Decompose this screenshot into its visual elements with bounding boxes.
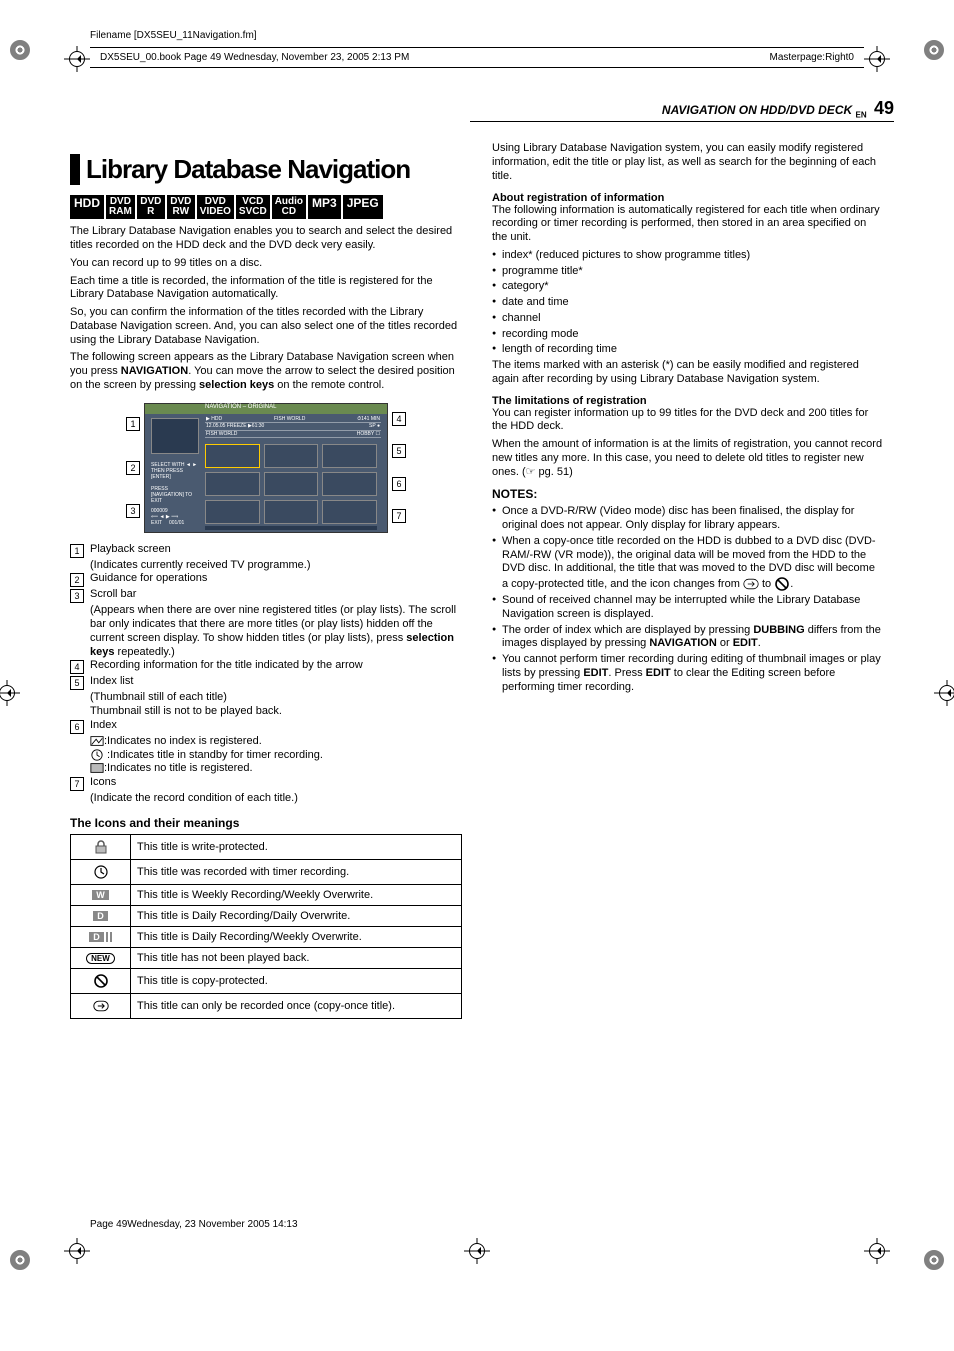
daily-weekly-icon: D — [89, 932, 112, 942]
limitations-heading: The limitations of registration — [492, 395, 884, 407]
table-row: This title is write-protected. — [71, 834, 462, 859]
table-row: NEWThis title has not been played back. — [71, 947, 462, 968]
list-item: date and time — [492, 296, 884, 310]
diagram-preview — [151, 418, 199, 454]
section-title: NAVIGATION ON HDD/DVD DECK — [662, 103, 852, 117]
format-badges: HDD DVDRAM DVDR DVDRW DVDVIDEO VCDSVCD A… — [70, 195, 462, 219]
crosshair-bottom-center — [464, 1238, 490, 1264]
table-row: WThis title is Weekly Recording/Weekly O… — [71, 884, 462, 905]
intro-p1: The Library Database Navigation enables … — [70, 225, 462, 253]
intro-p5: The following screen appears as the Libr… — [70, 351, 462, 392]
intro-p2: You can record up to 99 titles on a disc… — [70, 257, 462, 271]
timer-standby-icon — [90, 749, 104, 761]
badge-dvd-rw: DVDRW — [167, 195, 195, 219]
bookinfo-bar: DX5SEU_00.book Page 49 Wednesday, Novemb… — [90, 47, 864, 68]
diagram-screen: NAVIGATION – ORIGINAL ▶ HDDFISH WORLD⏱14… — [144, 403, 388, 533]
badge-dvd-ram: DVDRAM — [106, 195, 135, 219]
crosshair-bottom-right — [864, 1238, 890, 1264]
callout-5: 5 — [392, 444, 406, 458]
registration-dot-bl — [10, 1250, 30, 1270]
callout-2: 2 — [126, 461, 140, 475]
icons-table: This title is write-protected. This titl… — [70, 834, 462, 1019]
right-p4: You can register information up to 99 ti… — [492, 407, 884, 435]
callout-1: 1 — [126, 417, 140, 431]
page-number: 49 — [874, 98, 894, 118]
intro-p3: Each time a title is recorded, the infor… — [70, 275, 462, 303]
list-item: category* — [492, 280, 884, 294]
no-title-icon — [90, 762, 104, 774]
diagram-legend: 1Playback screen (Indicates currently re… — [70, 543, 462, 806]
callout-3: 3 — [126, 504, 140, 518]
bookinfo-right: Masterpage:Right0 — [770, 52, 855, 63]
badge-mp3: MP3 — [308, 195, 341, 219]
badge-audio-cd: AudioCD — [272, 195, 306, 219]
crosshair-top — [64, 46, 90, 72]
crosshair-top-right — [864, 46, 890, 72]
intro-p4: So, you can confirm the information of t… — [70, 306, 462, 347]
badge-hdd: HDD — [70, 195, 104, 219]
right-p1: Using Library Database Navigation system… — [492, 142, 884, 183]
diagram-counter: 000009⟸ ◄ ▶ ⟹EXIT 001/01 — [151, 508, 184, 526]
about-registration-heading: About registration of information — [492, 192, 884, 204]
callout-7: 7 — [392, 509, 406, 523]
crosshair-bottom-left — [64, 1238, 90, 1264]
daily-icon: D — [93, 911, 108, 921]
no-index-icon — [90, 735, 104, 747]
copy-once-icon — [743, 578, 759, 590]
filename-label: Filename [DX5SEU_11Navigation.fm] — [60, 30, 894, 41]
diagram-guide: SELECT WITH ◄ ► THEN PRESS [ENTER] PRESS… — [151, 462, 199, 504]
section-header: NAVIGATION ON HDD/DVD DECK EN 49 — [470, 98, 894, 122]
registration-dot-br — [924, 1250, 944, 1270]
right-p2: The following information is automatical… — [492, 204, 884, 245]
table-row: DThis title is Daily Recording/Weekly Ov… — [71, 926, 462, 947]
notes-list: Once a DVD-R/RW (Video mode) disc has be… — [492, 505, 884, 694]
list-item: channel — [492, 312, 884, 326]
registration-dot-tr — [924, 40, 944, 60]
page-title: Library Database Navigation — [70, 154, 462, 185]
table-row: This title was recorded with timer recor… — [71, 859, 462, 884]
list-item: When a copy-once title recorded on the H… — [492, 535, 884, 592]
bookinfo-left: DX5SEU_00.book Page 49 Wednesday, Novemb… — [100, 52, 409, 63]
copy-protect-icon — [774, 578, 790, 590]
navigation-screen-diagram: 1 2 3 NAVIGATION – ORIGINAL ▶ HDDFISH WO… — [126, 403, 406, 533]
callout-6: 6 — [392, 477, 406, 491]
table-row: DThis title is Daily Recording/Daily Ove… — [71, 905, 462, 926]
lang-code: EN — [856, 110, 867, 119]
right-p3: The items marked with an asterisk (*) ca… — [492, 359, 884, 387]
badge-dvd-r: DVDR — [137, 195, 165, 219]
clock-icon — [93, 866, 109, 878]
footer-info: Page 49Wednesday, 23 November 2005 14:13 — [60, 1219, 894, 1230]
copy-once-icon — [93, 1000, 109, 1012]
crosshair-right — [934, 680, 954, 706]
badge-vcd-svcd: VCDSVCD — [236, 195, 270, 219]
list-item: length of recording time — [492, 343, 884, 357]
list-item: You cannot perform timer recording durin… — [492, 653, 884, 694]
weekly-icon: W — [92, 890, 109, 900]
copy-protect-icon — [93, 975, 109, 987]
registration-bullets: index* (reduced pictures to show program… — [492, 249, 884, 357]
list-item: Once a DVD-R/RW (Video mode) disc has be… — [492, 505, 884, 533]
list-item: recording mode — [492, 328, 884, 342]
crosshair-left — [0, 680, 20, 706]
list-item: programme title* — [492, 265, 884, 279]
table-row: This title can only be recorded once (co… — [71, 993, 462, 1018]
list-item: index* (reduced pictures to show program… — [492, 249, 884, 263]
notes-heading: NOTES: — [492, 487, 884, 501]
badge-dvd-video: DVDVIDEO — [197, 195, 234, 219]
list-item: Sound of received channel may be interru… — [492, 594, 884, 622]
registration-dot-tl — [10, 40, 30, 60]
icons-heading: The Icons and their meanings — [70, 816, 462, 830]
list-item: The order of index which are displayed b… — [492, 624, 884, 652]
callout-4: 4 — [392, 412, 406, 426]
diagram-topbar: NAVIGATION – ORIGINAL — [145, 404, 387, 414]
diagram-scrollbar — [205, 526, 377, 530]
diagram-thumbnails — [205, 444, 377, 524]
right-p5: When the amount of information is at the… — [492, 438, 884, 479]
badge-jpeg: JPEG — [343, 195, 383, 219]
lock-icon — [93, 841, 109, 853]
new-icon: NEW — [86, 953, 115, 964]
diagram-info: ▶ HDDFISH WORLD⏱141 MIN 12.05.05 FREEZE … — [205, 416, 381, 439]
table-row: This title is copy-protected. — [71, 968, 462, 993]
